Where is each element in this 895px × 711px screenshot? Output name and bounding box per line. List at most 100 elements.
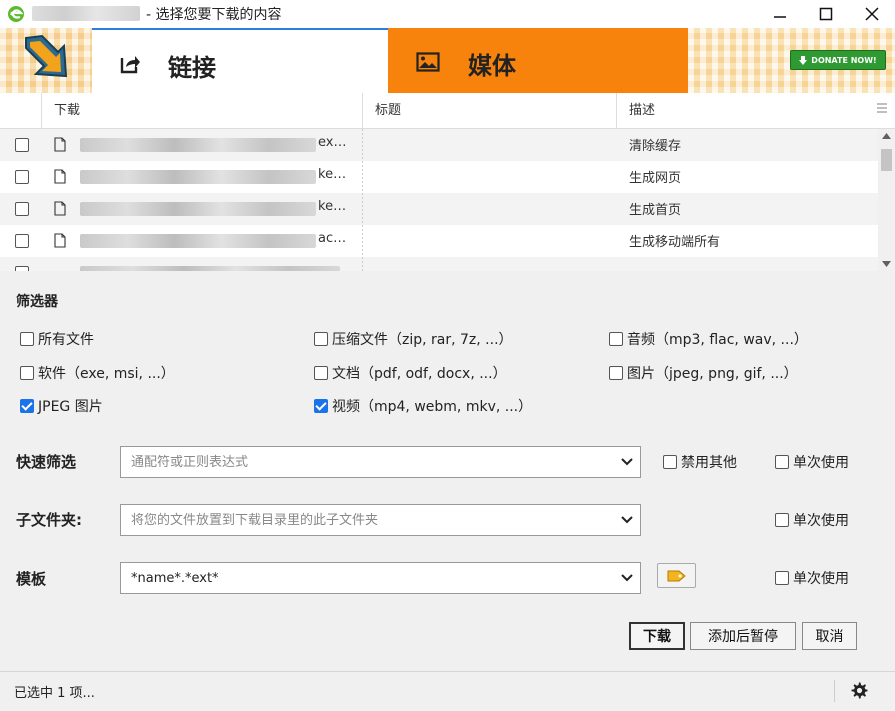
tab-media[interactable]: 媒体: [388, 28, 688, 93]
donate-button[interactable]: DONATE NOW!: [790, 50, 886, 70]
row-checkbox[interactable]: [15, 202, 29, 216]
scroll-down-icon[interactable]: [882, 261, 891, 267]
filter-all-files[interactable]: 所有文件: [20, 329, 94, 349]
filter-label: 视频（mp4, webm, mkv, ...）: [332, 399, 533, 415]
download-table: 下载 标题 描述 ex… 清除缓存 ke… 生成网页 ke… 生成首页 ac… …: [0, 93, 895, 271]
filter-archives[interactable]: 压缩文件（zip, rar, 7z, ...）: [314, 329, 513, 349]
quick-filter-combo[interactable]: [120, 446, 641, 478]
template-label: 模板: [16, 570, 47, 588]
column-separator: [362, 93, 363, 129]
row-description: 生成首页: [629, 203, 682, 218]
filter-label: 图片（jpeg, png, gif, ...）: [627, 366, 798, 382]
subfolder-input[interactable]: [121, 505, 611, 535]
file-icon: [54, 233, 66, 248]
column-separator: [41, 93, 42, 129]
template-tags-button[interactable]: [657, 563, 696, 588]
gear-icon[interactable]: [850, 681, 868, 699]
checkbox-label: 单次使用: [793, 571, 849, 587]
filter-jpeg[interactable]: JPEG 图片: [20, 396, 103, 416]
column-header-description[interactable]: 描述: [617, 93, 655, 129]
column-header-title[interactable]: 标题: [363, 93, 401, 129]
filter-audio[interactable]: 音频（mp3, flac, wav, ...）: [609, 329, 808, 349]
column-menu-icon[interactable]: [876, 102, 888, 114]
maximize-button[interactable]: [803, 0, 849, 28]
table-row-partial[interactable]: [0, 257, 878, 271]
url-suffix: ex…: [318, 135, 347, 150]
title-obscured: [32, 6, 140, 21]
checkbox-label: 禁用其他: [681, 455, 737, 471]
filter-label: 所有文件: [38, 332, 94, 348]
filter-label: JPEG 图片: [38, 399, 103, 415]
close-button[interactable]: [849, 0, 895, 28]
subfolder-once-checkbox[interactable]: 单次使用: [775, 510, 849, 530]
template-combo[interactable]: [120, 562, 641, 594]
checkbox-checked[interactable]: [314, 399, 328, 413]
chevron-down-icon[interactable]: [620, 572, 634, 584]
checkbox[interactable]: [20, 366, 34, 380]
table-row[interactable]: ke… 生成首页: [0, 193, 878, 225]
filter-images[interactable]: 图片（jpeg, png, gif, ...）: [609, 363, 798, 383]
url-suffix: ke…: [318, 167, 347, 182]
filter-panel: 筛选器 所有文件 压缩文件（zip, rar, 7z, ...） 音频（mp3,…: [0, 271, 895, 671]
cancel-button[interactable]: 取消: [802, 622, 857, 650]
minimize-button[interactable]: [757, 0, 803, 28]
app-logo-icon: [8, 6, 24, 22]
subfolder-combo[interactable]: [120, 504, 641, 536]
close-icon: [865, 7, 879, 21]
filter-label: 文档（pdf, odf, docx, ...）: [332, 366, 507, 382]
checkbox[interactable]: [314, 332, 328, 346]
checkbox[interactable]: [314, 366, 328, 380]
row-checkbox[interactable]: [15, 170, 29, 184]
file-icon: [54, 137, 66, 152]
filter-video[interactable]: 视频（mp4, webm, mkv, ...）: [314, 396, 532, 416]
table-row[interactable]: ex… 清除缓存: [0, 129, 878, 161]
subfolder-label: 子文件夹:: [16, 511, 82, 529]
chevron-down-icon[interactable]: [620, 514, 634, 526]
row-description: 清除缓存: [629, 139, 682, 154]
column-separator: [616, 93, 617, 129]
checkbox[interactable]: [775, 455, 789, 469]
filters-title: 筛选器: [16, 294, 58, 310]
scroll-up-icon[interactable]: [882, 133, 891, 139]
row-checkbox[interactable]: [15, 138, 29, 152]
status-bar: 已选中 1 项...: [0, 671, 895, 711]
checkbox-checked[interactable]: [20, 399, 34, 413]
row-checkbox[interactable]: [15, 234, 29, 248]
download-button[interactable]: 下载: [629, 622, 685, 650]
template-once-checkbox[interactable]: 单次使用: [775, 568, 849, 588]
url-obscured: [80, 170, 316, 184]
checkbox[interactable]: [663, 455, 677, 469]
checkbox[interactable]: [775, 571, 789, 585]
table-row[interactable]: ke… 生成网页: [0, 161, 878, 193]
table-row[interactable]: ac… 生成移动端所有: [0, 225, 878, 257]
download-arrow-logo-icon: [25, 34, 68, 78]
checkbox[interactable]: [609, 332, 623, 346]
minimize-icon: [774, 16, 786, 18]
column-divider: [362, 129, 363, 271]
checkbox[interactable]: [20, 332, 34, 346]
filter-label: 压缩文件（zip, rar, 7z, ...）: [332, 332, 513, 348]
template-input[interactable]: [121, 563, 611, 593]
scroll-thumb[interactable]: [881, 149, 892, 171]
quick-filter-input[interactable]: [121, 447, 611, 477]
share-arrow-icon: [120, 56, 140, 74]
quick-filter-once-checkbox[interactable]: 单次使用: [775, 452, 849, 472]
url-suffix: ac…: [318, 231, 347, 246]
checkbox-label: 单次使用: [793, 513, 849, 529]
checkbox[interactable]: [609, 366, 623, 380]
table-header: 下载 标题 描述: [0, 93, 895, 129]
download-icon: [799, 55, 808, 65]
url-suffix: ke…: [318, 199, 347, 214]
filter-documents[interactable]: 文档（pdf, odf, docx, ...）: [314, 363, 507, 383]
tab-links[interactable]: 链接: [92, 28, 388, 93]
table-scrollbar[interactable]: [878, 129, 895, 271]
column-header-download[interactable]: 下载: [42, 93, 80, 129]
filter-software[interactable]: 软件（exe, msi, ...）: [20, 363, 175, 383]
add-paused-button[interactable]: 添加后暂停: [690, 622, 796, 650]
disable-others-checkbox[interactable]: 禁用其他: [663, 452, 737, 472]
image-icon: [416, 52, 440, 72]
row-description: 生成网页: [629, 171, 682, 186]
tab-media-label: 媒体: [468, 52, 516, 80]
checkbox[interactable]: [775, 513, 789, 527]
chevron-down-icon[interactable]: [620, 456, 634, 468]
